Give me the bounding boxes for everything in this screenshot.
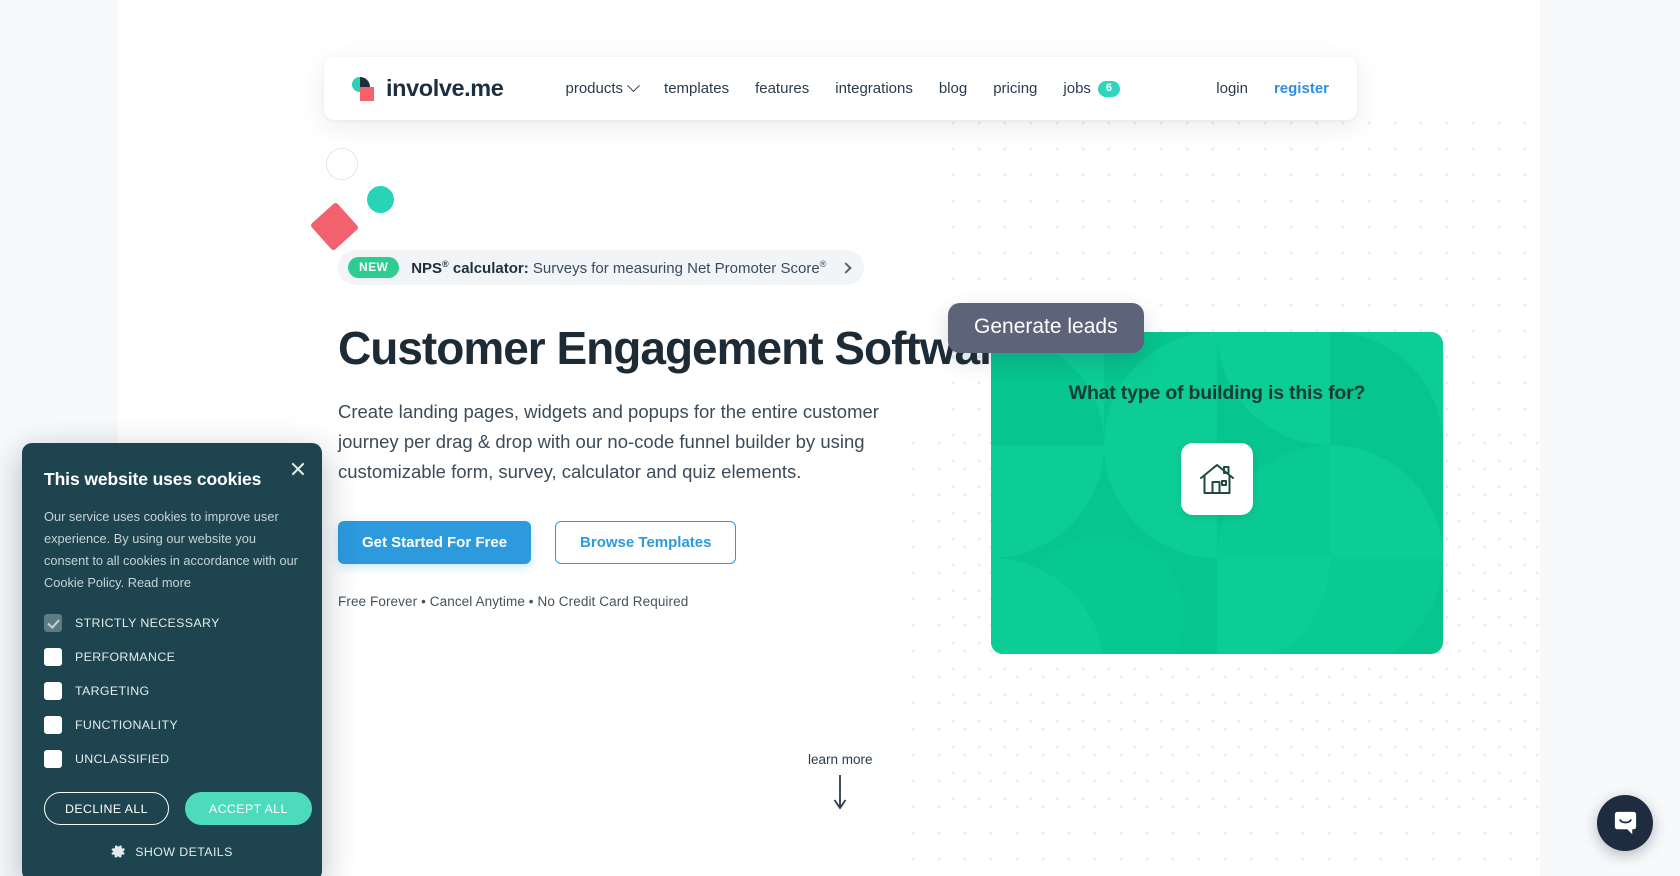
nav-item-templates[interactable]: templates <box>664 80 729 97</box>
hero-cta-row: Get Started For Free Browse Templates <box>338 520 978 564</box>
cookie-option-label: UNCLASSIFIED <box>75 752 170 766</box>
close-icon[interactable] <box>290 461 306 477</box>
nav-auth-group: login register <box>1216 80 1329 97</box>
site-logo[interactable]: involve.me <box>352 75 504 102</box>
cookie-option-functionality[interactable]: FUNCTIONALITY <box>44 716 300 734</box>
generate-leads-badge: Generate leads <box>948 303 1144 353</box>
announcement-bold-sup: ® <box>442 258 449 269</box>
cookie-option-strictly-necessary[interactable]: STRICTLY NECESSARY <box>44 614 300 632</box>
decline-all-button[interactable]: DECLINE ALL <box>44 792 169 825</box>
nav-links: products templates features integrations… <box>565 79 1121 97</box>
announcement-new-tag: NEW <box>348 257 400 278</box>
cookie-option-label: STRICTLY NECESSARY <box>75 616 220 630</box>
cookie-consent-banner: This website uses cookies Our service us… <box>22 443 322 876</box>
cookie-read-more-link[interactable]: Read more <box>128 575 191 590</box>
gear-icon <box>111 845 126 858</box>
chat-widget-button[interactable] <box>1597 795 1653 851</box>
preview-option-tile[interactable] <box>1181 443 1253 515</box>
register-link[interactable]: register <box>1274 80 1329 97</box>
decor-red-square <box>309 201 360 252</box>
nav-item-features[interactable]: features <box>755 80 809 97</box>
jobs-count-badge: 6 <box>1097 80 1121 97</box>
nav-item-blog[interactable]: blog <box>939 80 967 97</box>
get-started-button[interactable]: Get Started For Free <box>338 520 532 564</box>
checkbox-icon[interactable] <box>44 648 62 666</box>
chevron-right-icon <box>840 261 852 274</box>
card-inner: What type of building is this for? <box>991 332 1443 654</box>
announcement-rest: Surveys for measuring Net Promoter Score <box>528 259 820 277</box>
cookie-option-targeting[interactable]: TARGETING <box>44 682 300 700</box>
cookie-option-label: FUNCTIONALITY <box>75 718 178 732</box>
show-details-button[interactable]: SHOW DETAILS <box>44 844 300 859</box>
main-navbar: involve.me products templates features i… <box>324 57 1357 120</box>
house-icon <box>1200 464 1234 494</box>
announcement-bold: NPS <box>411 259 443 277</box>
checkbox-icon[interactable] <box>44 750 62 768</box>
learn-more-link[interactable]: learn more <box>808 752 873 815</box>
page-title: Customer Engagement Software <box>338 322 1022 374</box>
nav-item-pricing[interactable]: pricing <box>993 80 1037 97</box>
intercom-chat-icon <box>1614 811 1636 834</box>
announcement-rest-sup: ® <box>819 258 827 269</box>
cookie-option-performance[interactable]: PERFORMANCE <box>44 648 300 666</box>
cookie-option-label: PERFORMANCE <box>75 650 176 664</box>
cookie-option-unclassified[interactable]: UNCLASSIFIED <box>44 750 300 768</box>
decor-ring-circle <box>326 148 358 180</box>
login-link[interactable]: login <box>1216 80 1248 97</box>
checkbox-checked-icon[interactable] <box>44 614 62 632</box>
show-details-label: SHOW DETAILS <box>135 844 233 859</box>
accept-all-button[interactable]: ACCEPT ALL <box>184 792 312 825</box>
arrow-down-icon <box>834 775 847 810</box>
nav-label-products: products <box>565 80 624 97</box>
cookie-banner-body: Our service uses cookies to improve user… <box>44 506 300 594</box>
page-root: involve.me products templates features i… <box>0 0 1680 876</box>
hero-left-column: NEW NPS® calculator: Surveys for measuri… <box>338 250 1022 609</box>
announcement-bold-tail: calculator: <box>448 259 529 277</box>
hero-subtitle: Create landing pages, widgets and popups… <box>338 400 879 482</box>
announcement-banner[interactable]: NEW NPS® calculator: Surveys for measuri… <box>338 250 865 285</box>
announcement-text: NPS® calculator: Surveys for measuring N… <box>411 259 826 277</box>
decor-teal-dot <box>367 186 394 213</box>
checkbox-icon[interactable] <box>44 682 62 700</box>
logo-text: involve.me <box>386 75 504 101</box>
nav-item-products[interactable]: products <box>565 79 640 97</box>
cookie-action-row: DECLINE ALL ACCEPT ALL <box>44 792 312 825</box>
learn-more-label: learn more <box>808 752 873 767</box>
preview-question-text: What type of building is this for? <box>1068 382 1366 404</box>
cookie-banner-title: This website uses cookies <box>44 469 262 489</box>
chevron-down-icon <box>627 79 640 93</box>
funnel-preview-card[interactable]: What type of building is this for? <box>991 332 1443 654</box>
browse-templates-button[interactable]: Browse Templates <box>555 520 737 564</box>
nav-item-integrations[interactable]: integrations <box>835 80 913 97</box>
cookie-option-label: TARGETING <box>75 684 150 698</box>
nav-item-jobs[interactable]: jobs 6 <box>1063 80 1121 97</box>
involveme-logo-icon <box>352 76 378 102</box>
hero-fineprint: Free Forever • Cancel Anytime • No Credi… <box>338 593 689 609</box>
checkbox-icon[interactable] <box>44 716 62 734</box>
nav-label-jobs: jobs <box>1063 80 1091 97</box>
